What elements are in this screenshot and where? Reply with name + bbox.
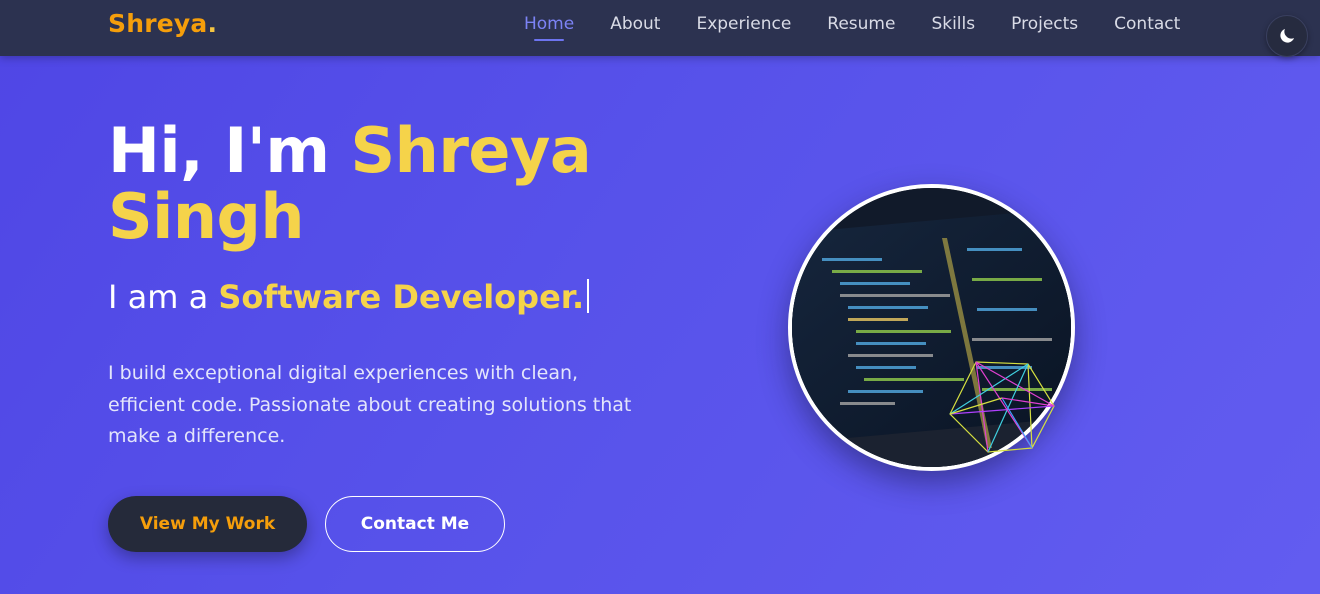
subtitle-prefix: I am a <box>108 278 209 316</box>
nav-item-contact[interactable]: Contact <box>1114 12 1180 36</box>
nav-item-resume[interactable]: Resume <box>827 12 895 36</box>
moon-icon <box>1280 28 1295 43</box>
contact-me-button[interactable]: Contact Me <box>325 496 505 552</box>
nav-item-home[interactable]: Home <box>524 12 574 41</box>
hero-greeting: Hi, I'm <box>108 114 330 187</box>
nav-item-projects[interactable]: Projects <box>1011 12 1078 36</box>
hero-description: I build exceptional digital experiences … <box>108 362 632 447</box>
nav-menu: Home About Experience Resume Skills Proj… <box>524 12 1216 41</box>
typed-role: Software Developer. <box>218 278 585 316</box>
nav-item-skills[interactable]: Skills <box>931 12 975 36</box>
typing-cursor <box>587 279 590 313</box>
nav-item-about[interactable]: About <box>610 12 660 36</box>
brand-name: Shreya <box>108 9 208 38</box>
nav-item-experience[interactable]: Experience <box>696 12 791 36</box>
navbar: Shreya. Home About Experience Resume Ski… <box>0 0 1320 56</box>
hero-subtitle: I am a Software Developer. <box>108 278 590 316</box>
hero-heading: Hi, I'm Shreya Singh <box>108 118 668 250</box>
brand-dot: . <box>207 9 218 38</box>
wireframe-polyhedron-graphic <box>949 361 1055 453</box>
brand-logo[interactable]: Shreya. <box>108 9 217 38</box>
theme-toggle-button[interactable] <box>1266 15 1308 57</box>
page: Shreya. Home About Experience Resume Ski… <box>0 0 1320 594</box>
view-my-work-button[interactable]: View My Work <box>108 496 307 552</box>
